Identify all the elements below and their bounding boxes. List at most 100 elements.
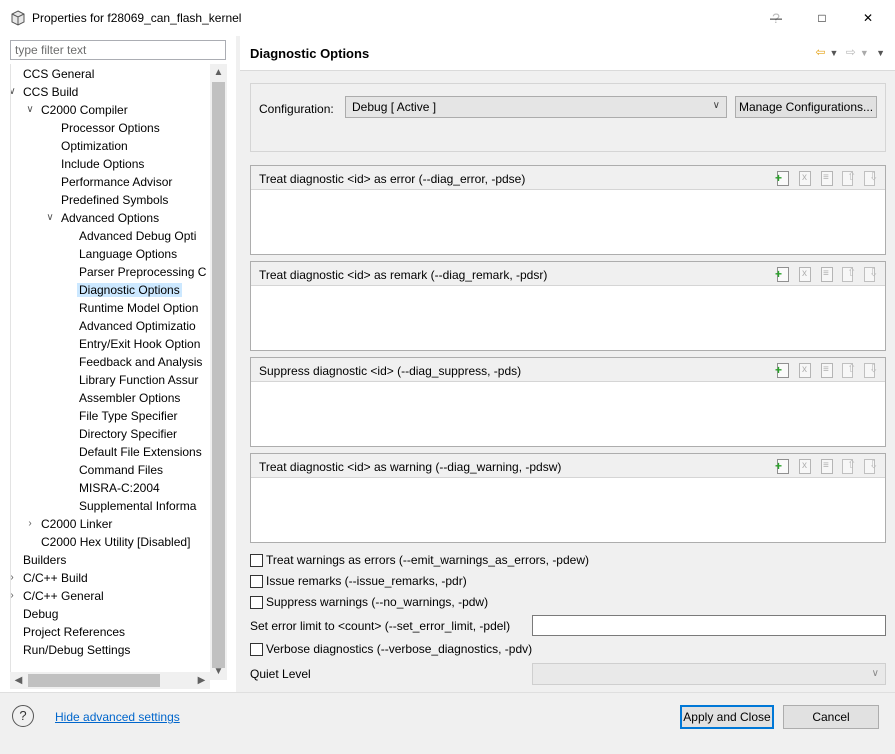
tree-item[interactable]: › C/C++ Build (11, 569, 88, 587)
forward-menu-chevron-icon[interactable]: ▼ (860, 48, 869, 58)
chevron-right-icon[interactable]: › (11, 587, 18, 605)
tree-item[interactable]: › C2000 Linker (28, 515, 112, 533)
tree-item[interactable]: ∨ Advanced Options (46, 209, 159, 227)
tree-item[interactable]: MISRA-C:2004 (79, 479, 160, 497)
forward-arrow-icon[interactable]: ⇨ (846, 45, 856, 59)
maximize-button[interactable]: □ (810, 6, 834, 30)
help-icon[interactable]: ? (12, 705, 34, 727)
tree-item[interactable]: CCS General (23, 65, 94, 83)
delete-item-icon[interactable] (797, 266, 813, 282)
configuration-select[interactable]: Debug [ Active ] ∨ (345, 96, 727, 118)
quiet-level-select[interactable]: ∨ (532, 663, 886, 685)
tree-item[interactable]: Debug (23, 605, 58, 623)
horizontal-scroll-thumb[interactable] (28, 674, 160, 687)
tree-item[interactable]: Language Options (79, 245, 177, 263)
issue-remarks-checkbox[interactable] (250, 575, 263, 588)
move-up-icon[interactable] (841, 458, 857, 474)
scroll-up-icon[interactable]: ▲ (210, 64, 227, 81)
tree-item[interactable]: Advanced Optimizatio (79, 317, 196, 335)
edit-item-icon[interactable] (819, 362, 835, 378)
minimize-button[interactable]: — (764, 6, 788, 30)
verbose-diagnostics-checkbox[interactable] (250, 643, 263, 656)
add-item-icon[interactable] (775, 362, 791, 378)
scroll-left-icon[interactable]: ◀ (10, 672, 27, 689)
hide-advanced-settings-link[interactable]: Hide advanced settings (55, 710, 180, 724)
tree-item-label: Run/Debug Settings (23, 643, 131, 657)
tree-item[interactable]: ∨ CCS Build (11, 83, 78, 101)
tree-item[interactable]: Diagnostic Options (77, 281, 182, 299)
move-up-icon[interactable] (841, 362, 857, 378)
suppress-warnings-checkbox[interactable] (250, 596, 263, 609)
tree-item[interactable]: Project References (23, 623, 125, 641)
emit-warnings-as-errors-checkbox[interactable] (250, 554, 263, 567)
add-item-icon[interactable] (775, 170, 791, 186)
view-menu-icon[interactable]: ▼ (876, 48, 885, 58)
tree-item-label: Advanced Debug Opti (79, 229, 197, 243)
back-arrow-icon[interactable]: ⇦ (815, 45, 825, 59)
cancel-button[interactable]: Cancel (783, 705, 879, 729)
diagnostic-list[interactable]: Treat diagnostic <id> as remark (--diag_… (250, 261, 886, 351)
tree-item[interactable]: Command Files (79, 461, 163, 479)
chevron-down-icon[interactable]: ∨ (44, 209, 56, 227)
tree-item[interactable]: Default File Extensions (79, 443, 202, 461)
chevron-down-icon[interactable]: ∨ (11, 83, 18, 101)
add-item-icon[interactable] (775, 266, 791, 282)
checkbox-label: Issue remarks (--issue_remarks, -pdr) (266, 574, 467, 588)
delete-item-icon[interactable] (797, 170, 813, 186)
tree-item[interactable]: Library Function Assur (79, 371, 198, 389)
scroll-down-icon[interactable]: ▼ (210, 663, 227, 680)
move-up-icon[interactable] (841, 170, 857, 186)
tree-item[interactable]: Predefined Symbols (61, 191, 168, 209)
tree-item[interactable]: Entry/Exit Hook Option (79, 335, 200, 353)
chevron-right-icon[interactable]: › (11, 569, 18, 587)
delete-item-icon[interactable] (797, 362, 813, 378)
manage-configurations-button[interactable]: Manage Configurations... (735, 96, 877, 118)
move-down-icon[interactable] (863, 362, 879, 378)
tree-item[interactable]: Feedback and Analysis (79, 353, 202, 371)
tree-horizontal-scrollbar[interactable]: ◀ ▶ (10, 672, 210, 689)
tree-item-label: C2000 Hex Utility [Disabled] (41, 535, 191, 549)
diagnostic-list[interactable]: Treat diagnostic <id> as error (--diag_e… (250, 165, 886, 255)
tree-item[interactable]: Run/Debug Settings (23, 641, 130, 659)
move-up-icon[interactable] (841, 266, 857, 282)
diagnostic-list[interactable]: Treat diagnostic <id> as warning (--diag… (250, 453, 886, 543)
tree-item[interactable]: Assembler Options (79, 389, 180, 407)
tree-item[interactable]: Advanced Debug Opti (79, 227, 196, 245)
tree-item[interactable]: C2000 Hex Utility [Disabled] (41, 533, 190, 551)
tree-item-label: Performance Advisor (61, 175, 173, 189)
move-down-icon[interactable] (863, 266, 879, 282)
tree-item[interactable]: Runtime Model Option (79, 299, 198, 317)
tree-item[interactable]: Parser Preprocessing C (79, 263, 206, 281)
scroll-right-icon[interactable]: ▶ (193, 672, 210, 689)
title-bar: Properties for f28069_can_flash_kernel ?… (0, 0, 895, 36)
move-down-icon[interactable] (863, 170, 879, 186)
back-menu-chevron-icon[interactable]: ▼ (829, 48, 838, 58)
app-cube-icon (11, 10, 25, 26)
close-button[interactable]: ✕ (856, 6, 880, 30)
tree-item[interactable]: Performance Advisor (61, 173, 172, 191)
error-limit-input[interactable] (532, 615, 886, 636)
tree-item[interactable]: Include Options (61, 155, 144, 173)
tree-item[interactable]: Builders (23, 551, 66, 569)
move-down-icon[interactable] (863, 458, 879, 474)
diagnostic-list[interactable]: Suppress diagnostic <id> (--diag_suppres… (250, 357, 886, 447)
filter-input[interactable] (10, 40, 226, 60)
edit-item-icon[interactable] (819, 170, 835, 186)
chevron-right-icon[interactable]: › (24, 515, 36, 533)
tree-item[interactable]: Supplemental Informa (79, 497, 196, 515)
tree-item[interactable]: ∨ C2000 Compiler (26, 101, 127, 119)
tree-item[interactable]: Processor Options (61, 119, 160, 137)
tree-item[interactable]: Directory Specifier (79, 425, 177, 443)
edit-item-icon[interactable] (819, 266, 835, 282)
edit-item-icon[interactable] (819, 458, 835, 474)
dialog-footer: ? Hide advanced settings Apply and Close… (0, 693, 895, 754)
delete-item-icon[interactable] (797, 458, 813, 474)
add-item-icon[interactable] (775, 458, 791, 474)
tree-item[interactable]: File Type Specifier (79, 407, 178, 425)
tree-item[interactable]: › C/C++ General (11, 587, 104, 605)
tree-item[interactable]: Optimization (61, 137, 128, 155)
vertical-scroll-thumb[interactable] (212, 82, 225, 668)
chevron-down-icon[interactable]: ∨ (24, 101, 36, 119)
apply-and-close-button[interactable]: Apply and Close (680, 705, 774, 729)
tree-vertical-scrollbar[interactable]: ▲ ▼ (210, 64, 227, 680)
